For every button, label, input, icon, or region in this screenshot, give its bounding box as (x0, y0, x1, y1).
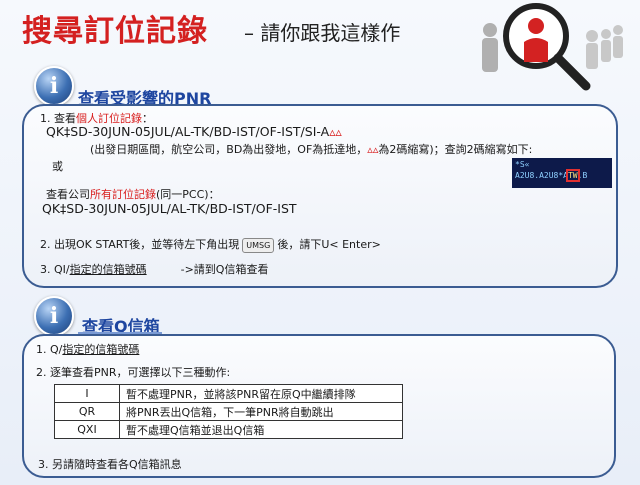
page-subtitle: – 請你跟我這樣作 (244, 21, 401, 45)
text: .B (577, 171, 588, 180)
terminal-line: A2U8.A2U8*ATW.B (515, 169, 609, 182)
placeholder-marker: ▵▵ (329, 124, 342, 139)
text: 後，請下U< Enter> (277, 238, 381, 251)
text: 3. QI/ (40, 263, 70, 276)
step-wait-umsg: 2. 出現OK START後，並等待左下角出現 UMSG 後，請下U< Enter> (40, 236, 381, 253)
magnifier-people-illustration (482, 3, 623, 91)
command-personal: QK‡SD-30JUN-05JUL/AL-TK/BD-IST/OF-IST/SI… (46, 124, 342, 139)
action-desc: 暫不處理PNR，並將該PNR留在原Q中繼續排隊 (119, 384, 403, 403)
terminal-line: *S« (515, 160, 530, 169)
q-actions-table: I 暫不處理PNR，並將該PNR留在原Q中繼續排隊 QR 將PNR丟出Q信箱，下… (54, 384, 403, 439)
q-item-3: 3. 另請隨時查看各Q信箱訊息 (38, 458, 182, 471)
text: 指定的信箱號碼 (69, 263, 147, 276)
table-row: QXI 暫不處理Q信箱並退出Q信箱 (54, 420, 403, 439)
text: ->請到Q信箱查看 (180, 263, 269, 276)
placeholder-marker: ▵▵ (367, 143, 379, 156)
terminal-snippet: *S« A2U8.A2U8*ATW.B (512, 158, 612, 188)
umsg-indicator: UMSG (242, 237, 275, 253)
text: (同一PCC)： (156, 188, 220, 201)
action-key: I (54, 384, 120, 403)
q-item-1: 1. Q/指定的信箱號碼 (36, 341, 139, 357)
command-note: (出發日期區間，航空公司，BD為出發地，OF為抵達地，▵▵為2碼縮寫)；查詢2碼… (90, 141, 532, 157)
table-row: QR 將PNR丟出Q信箱，下一筆PNR將自動跳出 (54, 402, 403, 421)
text-highlight: 所有訂位記錄 (90, 188, 156, 201)
text: 為2碼縮寫)；查詢2碼縮寫如下: (378, 143, 533, 156)
action-key: QR (54, 402, 120, 421)
highlighted-code: TW (566, 169, 580, 182)
step-qi: 3. QI/指定的信箱號碼 ->請到Q信箱查看 (40, 261, 268, 277)
step-view-company: 查看公司所有訂位記錄(同一PCC)： (46, 186, 220, 202)
text: 2. 出現OK START後，並等待左下角出現 (40, 238, 240, 251)
info-icon: i (34, 66, 74, 106)
text: 1. Q/ (36, 343, 63, 356)
text: (出發日期區間，航空公司，BD為出發地，OF為抵達地， (90, 143, 368, 156)
text: 查看公司 (46, 188, 90, 201)
q-item-2: 2. 逐筆查看PNR，可選擇以下三種動作: (36, 366, 231, 379)
table-row: I 暫不處理PNR，並將該PNR留在原Q中繼續排隊 (54, 384, 403, 403)
command-text: QK‡SD-30JUN-05JUL/AL-TK/BD-IST/OF-IST/SI… (46, 124, 330, 139)
or-label: 或 (52, 160, 63, 173)
command-company: QK‡SD-30JUN-05JUL/AL-TK/BD-IST/OF-IST (42, 201, 297, 216)
text: 指定的信箱號碼 (62, 343, 140, 356)
info-icon: i (34, 296, 74, 336)
action-key: QXI (54, 420, 120, 439)
action-desc: 暫不處理Q信箱並退出Q信箱 (119, 420, 403, 439)
action-desc: 將PNR丟出Q信箱，下一筆PNR將自動跳出 (119, 402, 403, 421)
page-title: 搜尋訂位記錄 (22, 14, 208, 49)
text: A2U8.A2U8*A (515, 171, 568, 180)
